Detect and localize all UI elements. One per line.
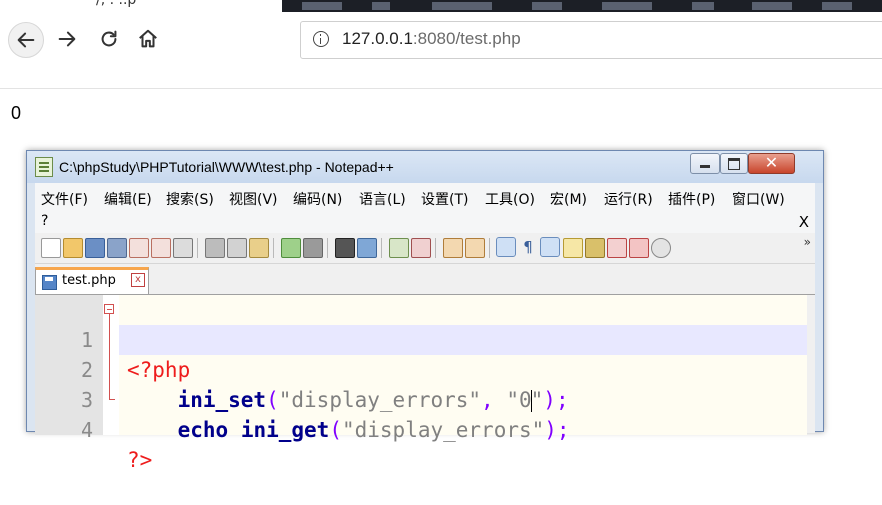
url-text[interactable]: 127.0.0.1:8080/test.php xyxy=(342,29,521,49)
menu-bar: 文件(F) 编辑(E) 搜索(S) 视图(V) 编码(N) 语言(L) 设置(T… xyxy=(35,183,815,233)
function-list-icon[interactable] xyxy=(607,238,627,258)
page-output-text: 0 xyxy=(11,103,22,123)
save-all-icon[interactable] xyxy=(107,238,127,258)
menu-tools[interactable]: 工具(O) xyxy=(485,189,535,209)
code-line: 4 ?> xyxy=(35,385,807,472)
code-editor[interactable]: 1 <?php 2 ini_set("display_errors", "0")… xyxy=(35,295,807,472)
window-title: C:\phpStudy\PHPTutorial\WWW\test.php - N… xyxy=(59,159,394,175)
menu-settings[interactable]: 设置(T) xyxy=(421,189,468,209)
redo-icon[interactable] xyxy=(303,238,323,258)
menu-macro[interactable]: 宏(M) xyxy=(550,189,587,209)
tab-title-fragment[interactable]: /, . ..p xyxy=(96,0,136,8)
url-path: :8080/test.php xyxy=(412,29,521,48)
minimize-button[interactable] xyxy=(690,153,720,174)
open-file-icon[interactable] xyxy=(63,238,83,258)
reload-icon xyxy=(101,30,117,47)
tab-close-button[interactable]: x xyxy=(131,273,145,287)
code-line: 1 <?php xyxy=(35,295,807,382)
reload-button[interactable] xyxy=(92,22,126,56)
undo-icon[interactable] xyxy=(281,238,301,258)
show-all-chars-icon[interactable]: ¶ xyxy=(519,238,537,256)
home-button[interactable] xyxy=(131,22,165,56)
language-define-icon[interactable] xyxy=(563,238,583,258)
copy-icon[interactable] xyxy=(227,238,247,258)
menu-view[interactable]: 视图(V) xyxy=(229,189,278,209)
word-wrap-icon[interactable] xyxy=(496,237,516,257)
tab-label: test.php xyxy=(62,273,116,288)
replace-icon[interactable] xyxy=(357,238,377,258)
address-bar[interactable]: 127.0.0.1:8080/test.php xyxy=(300,21,882,59)
code-line: 3 echo ini_get("display_errors"); xyxy=(35,355,807,442)
back-button[interactable] xyxy=(8,22,44,58)
close-icon: ✕ xyxy=(764,153,779,172)
notepad-toolbar: ¶ » xyxy=(35,233,815,264)
php-close-tag: ?> xyxy=(127,448,153,472)
browser-toolbar: 127.0.0.1:8080/test.php xyxy=(0,12,882,89)
forward-button[interactable] xyxy=(50,22,84,56)
monitoring-eye-icon[interactable] xyxy=(651,238,671,258)
menu-run[interactable]: 运行(R) xyxy=(604,189,653,209)
notepad-title-bar[interactable]: C:\phpStudy\PHPTutorial\WWW\test.php - N… xyxy=(27,151,823,183)
close-file-icon[interactable] xyxy=(129,238,149,258)
menu-help[interactable]: ? xyxy=(41,213,48,229)
tab-strip-thumbnails xyxy=(282,0,882,12)
close-window-button[interactable]: ✕ xyxy=(748,153,795,174)
site-info-icon[interactable] xyxy=(313,31,329,47)
menu-encoding[interactable]: 编码(N) xyxy=(293,189,342,209)
new-file-icon[interactable] xyxy=(41,238,61,258)
code-line: 2 ini_set("display_errors", "0"); xyxy=(35,325,807,412)
sync-horizontal-icon[interactable] xyxy=(465,238,485,258)
sync-vertical-icon[interactable] xyxy=(443,238,463,258)
close-all-icon[interactable] xyxy=(151,238,171,258)
home-icon xyxy=(139,29,157,48)
menu-window[interactable]: 窗口(W) xyxy=(732,189,785,209)
menu-plugins[interactable]: 插件(P) xyxy=(668,189,715,209)
paste-icon[interactable] xyxy=(249,238,269,258)
print-icon[interactable] xyxy=(173,238,193,258)
doc-map-icon[interactable] xyxy=(585,238,605,258)
forward-arrow-icon xyxy=(58,31,76,47)
menu-close-doc-button[interactable]: X xyxy=(799,213,809,231)
find-icon[interactable] xyxy=(335,238,355,258)
indent-guide-icon[interactable] xyxy=(540,237,560,257)
cut-icon[interactable] xyxy=(205,238,225,258)
saved-file-icon xyxy=(42,275,57,290)
menu-search[interactable]: 搜索(S) xyxy=(166,189,214,209)
maximize-button[interactable] xyxy=(720,153,748,174)
zoom-out-icon[interactable] xyxy=(411,238,431,258)
save-icon[interactable] xyxy=(85,238,105,258)
url-host: 127.0.0.1 xyxy=(342,29,413,48)
menu-edit[interactable]: 编辑(E) xyxy=(104,189,152,209)
notepad-window: C:\phpStudy\PHPTutorial\WWW\test.php - N… xyxy=(26,150,824,472)
zoom-in-icon[interactable] xyxy=(389,238,409,258)
toolbar-overflow-icon[interactable]: » xyxy=(804,235,811,249)
menu-language[interactable]: 语言(L) xyxy=(359,189,406,209)
document-tabs: test.php x xyxy=(35,264,815,295)
tab-test-php[interactable]: test.php x xyxy=(35,267,149,294)
notepad-body: 文件(F) 编辑(E) 搜索(S) 视图(V) 编码(N) 语言(L) 设置(T… xyxy=(35,183,815,472)
back-arrow-icon xyxy=(17,32,35,48)
notepad-app-icon[interactable] xyxy=(35,157,53,177)
folder-workspace-icon[interactable] xyxy=(629,238,649,258)
menu-file[interactable]: 文件(F) xyxy=(41,189,88,209)
line-number: 4 xyxy=(80,418,93,442)
